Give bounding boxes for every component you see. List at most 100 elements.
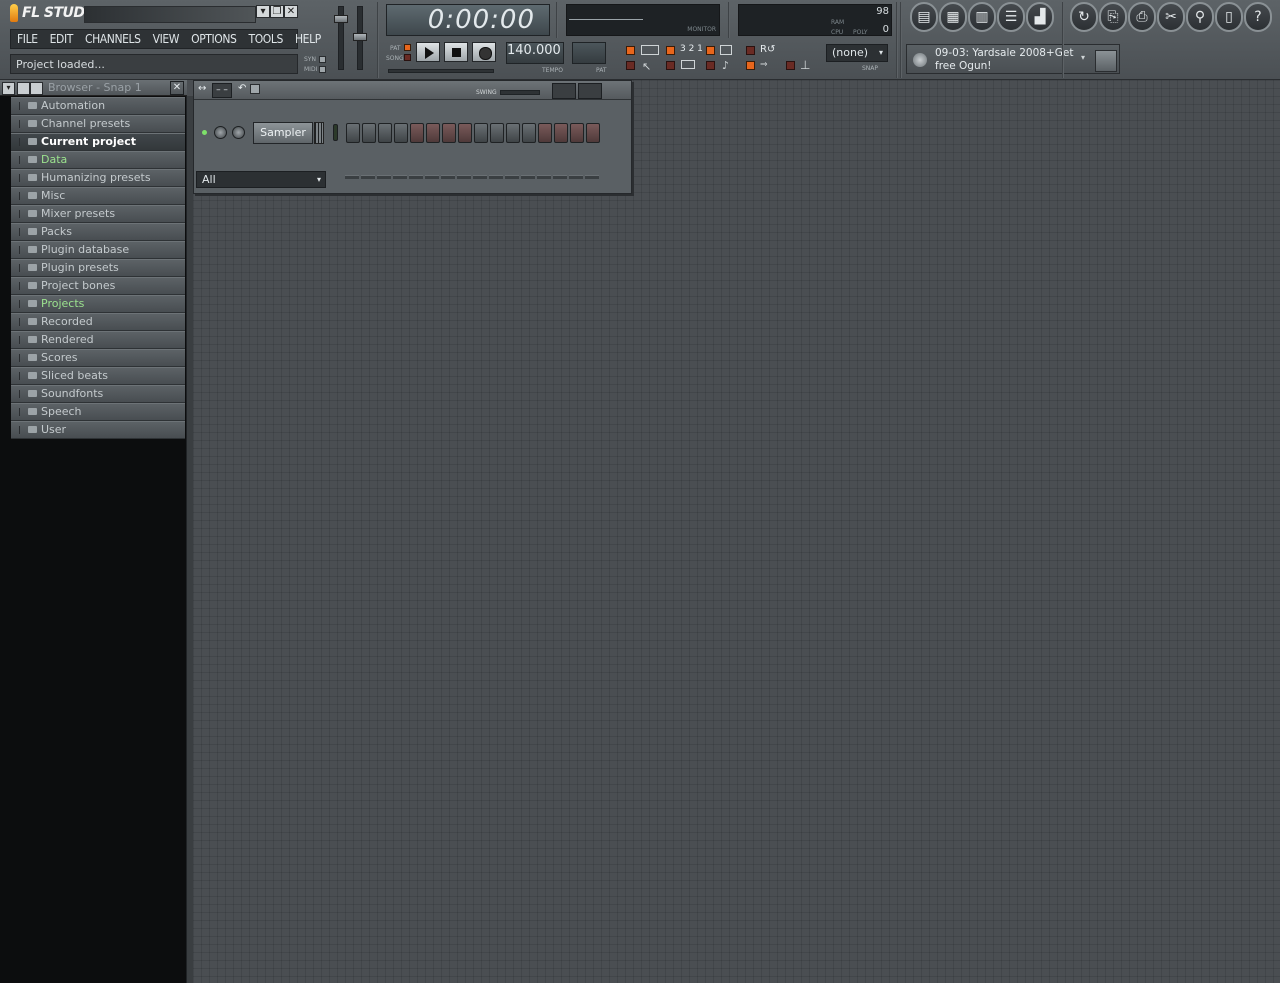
search-button[interactable]: ⚲ [1186,2,1214,32]
auto-scroll-toggle[interactable] [706,61,715,70]
browser-item[interactable]: Projects [11,295,185,313]
pat-mode-led[interactable] [404,44,411,51]
browser-item[interactable]: Scores [11,349,185,367]
arrows-icon[interactable]: ↔ [198,83,206,94]
record-button[interactable] [472,42,496,62]
expand-icon[interactable] [13,426,20,434]
master-pitch-handle[interactable] [353,33,367,41]
browser-item[interactable]: Data [11,151,185,169]
browser-collapse-icon[interactable] [17,82,30,95]
menu-channels[interactable]: CHANNELS [79,30,147,48]
browser-button[interactable]: ☰ [997,2,1025,32]
channel-volume-knob[interactable] [232,126,245,139]
browser-item[interactable]: Mixer presets [11,205,185,223]
browser-item[interactable]: Rendered [11,331,185,349]
expand-icon[interactable] [13,174,20,182]
typing-keyboard-icon[interactable] [641,45,659,55]
news-panel[interactable]: 09-03: Yardsale 2008+Get free Ogun! ▾ [906,44,1120,74]
blend-notes-toggle[interactable] [626,61,635,70]
midi-toggle[interactable] [319,66,326,73]
scrub-toggle[interactable] [786,61,795,70]
browser-title[interactable]: Browser - Snap 1 [48,81,142,94]
browser-item[interactable]: Packs [11,223,185,241]
title-strip[interactable] [84,6,256,23]
song-time-display[interactable]: 0:00:00 [386,4,550,36]
menu-edit[interactable]: EDIT [44,30,79,48]
expand-icon[interactable] [13,408,20,416]
channel-grip[interactable] [314,122,324,144]
restore-button[interactable]: ❐ [270,5,284,18]
browser-item[interactable]: Current project [11,133,185,151]
browser-item[interactable]: Automation [11,97,185,115]
mixer-button[interactable]: ▟ [1026,2,1054,32]
step-button[interactable] [394,123,408,143]
browser-item[interactable]: Recorded [11,313,185,331]
step-button[interactable] [362,123,376,143]
close-button[interactable]: ✕ [284,5,298,18]
step-button[interactable] [490,123,504,143]
expand-icon[interactable] [13,156,20,164]
menu-help[interactable]: HELP [289,30,327,48]
stop-button[interactable] [444,42,468,62]
step-button[interactable] [378,123,392,143]
menu-options[interactable]: OPTIONS [185,30,242,48]
channel-filter-select[interactable]: All ▾ [196,171,326,188]
multilink-toggle[interactable] [746,61,755,70]
browser-item[interactable]: Project bones [11,277,185,295]
play-button[interactable] [416,42,440,62]
workspace-grid[interactable] [193,80,1280,983]
loop-record-toggle[interactable] [746,46,755,55]
channel-select-light[interactable] [333,124,338,141]
expand-icon[interactable] [13,300,20,308]
minimize-button[interactable]: ▾ [256,5,270,18]
step-button[interactable] [522,123,536,143]
step-edit-toggle[interactable] [706,46,715,55]
menu-view[interactable]: VIEW [147,30,185,48]
export-button[interactable]: ⎙ [1128,2,1156,32]
browser-item[interactable]: Humanizing presets [11,169,185,187]
save-button[interactable]: ⎘ [1099,2,1127,32]
browser-menu-icon[interactable]: ▾ [2,82,15,95]
keyboard-editor-button[interactable] [578,83,602,99]
channel-sampler-button[interactable]: Sampler [253,122,313,144]
browser-close-icon[interactable]: ✕ [170,81,184,95]
browser-item[interactable]: Plugin database [11,241,185,259]
expand-icon[interactable] [13,120,20,128]
project-info-button[interactable]: ▯ [1215,2,1243,32]
browser-item[interactable]: Soundfonts [11,385,185,403]
step-button[interactable] [570,123,584,143]
undo-small-icon[interactable]: ↶ [238,83,246,94]
step-button[interactable] [458,123,472,143]
help-button[interactable]: ? [1244,2,1272,32]
snap-select[interactable]: (none) ▾ [826,44,888,62]
playlist-button[interactable]: ▤ [910,2,938,32]
step-button[interactable] [346,123,360,143]
tempo-display[interactable]: 140.000 [506,42,564,64]
wait-input-toggle[interactable] [666,61,675,70]
song-position-slider[interactable] [388,69,494,73]
step-button[interactable] [554,123,568,143]
channel-pan-knob[interactable] [214,126,227,139]
countdown-toggle[interactable] [666,46,675,55]
pattern-selector[interactable] [572,42,606,64]
master-volume-handle[interactable] [334,15,348,23]
expand-icon[interactable] [13,354,20,362]
news-chevron-icon[interactable]: ▾ [1081,53,1085,62]
swing-slider[interactable] [500,90,540,95]
menu-file[interactable]: FILE [11,30,44,48]
step-button[interactable] [442,123,456,143]
expand-icon[interactable] [13,390,20,398]
step-sequencer-button[interactable]: ▦ [939,2,967,32]
expand-icon[interactable] [13,228,20,236]
syn-toggle[interactable] [319,56,326,63]
browser-item[interactable]: Channel presets [11,115,185,133]
browser-item[interactable]: Misc [11,187,185,205]
expand-icon[interactable] [13,372,20,380]
pattern-picker[interactable]: – – [212,83,232,98]
expand-icon[interactable] [13,102,20,110]
seq-close-icon[interactable] [250,84,260,94]
expand-icon[interactable] [13,210,20,218]
expand-icon[interactable] [13,282,20,290]
song-mode-led[interactable] [404,54,411,61]
browser-back-icon[interactable] [30,82,43,95]
